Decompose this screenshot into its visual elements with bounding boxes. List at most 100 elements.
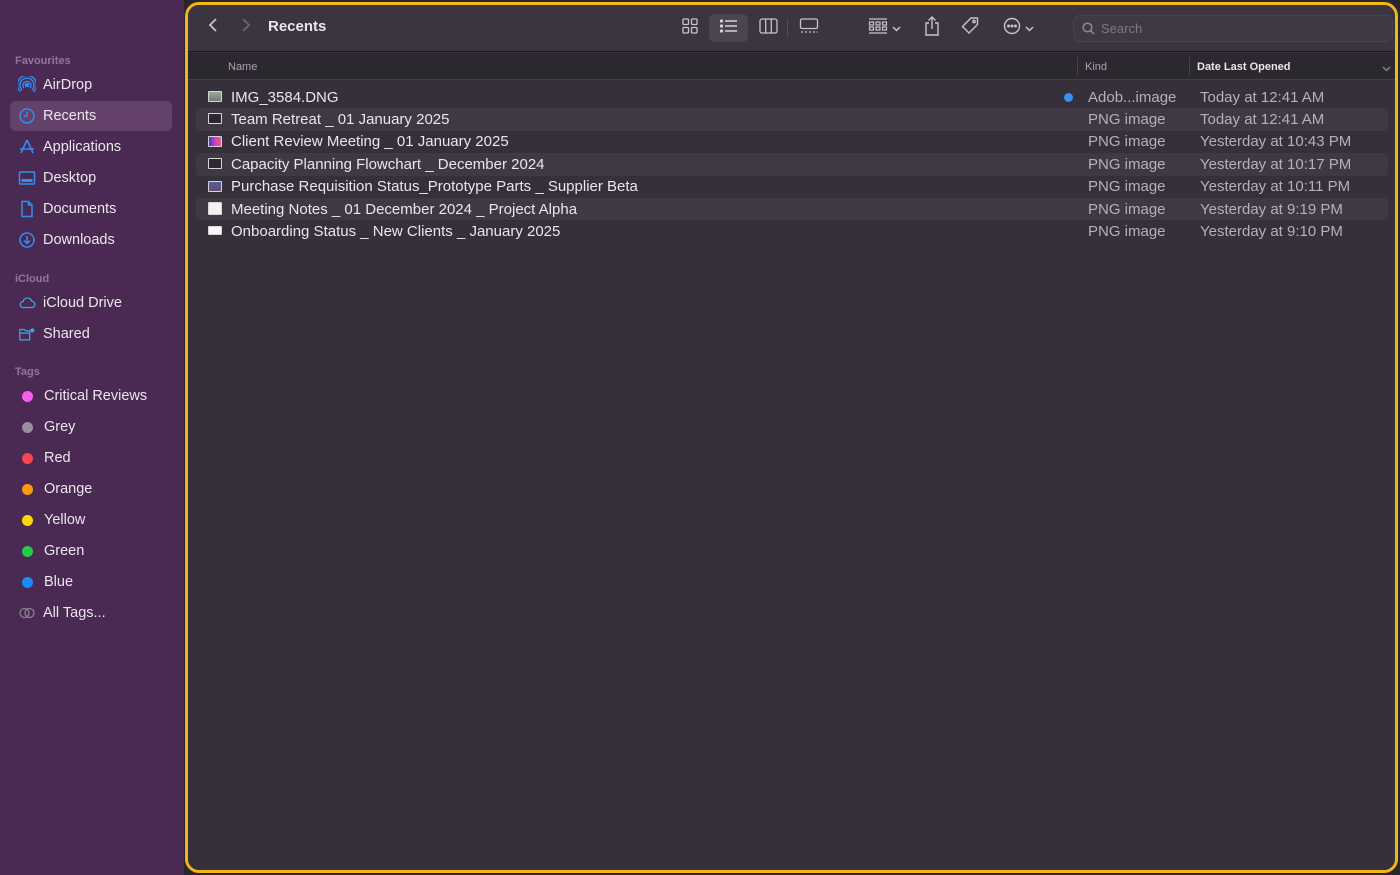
sidebar-item-airdrop[interactable]: AirDrop xyxy=(10,70,172,100)
column-header-date-last-opened[interactable]: Date Last Opened xyxy=(1197,61,1291,73)
sidebar-tag-yellow[interactable]: Yellow xyxy=(10,505,172,535)
file-name: Client Review Meeting _ 01 January 2025 xyxy=(231,133,509,151)
sidebar-item-applications[interactable]: Applications xyxy=(10,132,172,162)
list-view-button[interactable] xyxy=(709,14,748,42)
file-row[interactable]: Onboarding Status _ New Clients _ Januar… xyxy=(196,220,1388,242)
sidebar-tag-green[interactable]: Green xyxy=(10,536,172,566)
chevron-right-icon xyxy=(241,17,251,38)
tag-icon xyxy=(960,16,980,41)
file-kind: PNG image xyxy=(1088,133,1166,151)
file-kind: PNG image xyxy=(1088,155,1166,173)
column-divider[interactable] xyxy=(1189,57,1190,75)
sidebar-item-label: iCloud Drive xyxy=(43,295,122,311)
sidebar-item-desktop[interactable]: Desktop xyxy=(10,163,172,193)
image-thumbnail-icon xyxy=(208,158,222,170)
column-view-button[interactable] xyxy=(751,14,785,42)
sidebar-item-label: Blue xyxy=(44,574,74,590)
tag-color-dot-icon xyxy=(22,390,33,402)
shared-folder-icon xyxy=(18,325,36,343)
finder-window: Recents Search Name Kind Date Last Opene… xyxy=(185,2,1398,873)
file-row[interactable]: Purchase Requisition Status_Prototype Pa… xyxy=(196,176,1388,198)
file-kind: Adob...image xyxy=(1088,88,1177,106)
sidebar-item-label: Shared xyxy=(43,326,90,342)
image-thumbnail-icon xyxy=(208,113,222,125)
file-date: Today at 12:41 AM xyxy=(1200,111,1325,129)
icon-view-button[interactable] xyxy=(673,14,707,42)
sidebar-item-recents[interactable]: Recents xyxy=(10,101,172,131)
file-name: IMG_3584.DNG xyxy=(231,88,339,106)
tag-button[interactable] xyxy=(955,14,985,42)
sidebar-tag-orange[interactable]: Orange xyxy=(10,474,172,504)
sidebar-tag-critical-reviews[interactable]: Critical Reviews xyxy=(10,381,172,411)
sidebar-item-label: Grey xyxy=(44,419,76,435)
file-row[interactable]: Capacity Planning Flowchart _ December 2… xyxy=(196,153,1388,176)
file-name: Meeting Notes _ 01 December 2024 _ Proje… xyxy=(231,200,578,218)
file-date: Today at 12:41 AM xyxy=(1200,88,1325,106)
file-name: Team Retreat _ 01 January 2025 xyxy=(231,111,450,129)
file-name: Onboarding Status _ New Clients _ Januar… xyxy=(231,223,561,241)
sidebar-item-shared[interactable]: Shared xyxy=(10,319,172,349)
file-kind: PNG image xyxy=(1088,223,1166,241)
forward-button[interactable] xyxy=(235,15,257,39)
sidebar-tag-all-tags[interactable]: All Tags... xyxy=(10,598,172,628)
document-icon xyxy=(18,200,36,218)
sidebar-section-icloud: iCloud xyxy=(15,273,50,285)
sidebar-tag-red[interactable]: Red xyxy=(10,443,172,473)
image-thumbnail-icon xyxy=(208,91,222,102)
chevron-down-icon xyxy=(1024,19,1034,37)
column-header-kind[interactable]: Kind xyxy=(1085,61,1107,73)
file-row[interactable]: IMG_3584.DNG Adob...image Today at 12:41… xyxy=(196,86,1388,108)
chevron-down-icon xyxy=(891,19,901,37)
all-tags-icon xyxy=(18,604,36,622)
sidebar-section-favourites: Favourites xyxy=(15,55,71,67)
more-actions-button[interactable] xyxy=(998,14,1038,42)
sidebar-item-label: Recents xyxy=(43,108,97,124)
tag-color-dot-icon xyxy=(22,514,33,526)
file-name: Purchase Requisition Status_Prototype Pa… xyxy=(231,178,638,196)
file-date: Yesterday at 10:43 PM xyxy=(1200,133,1352,151)
list-icon xyxy=(719,18,738,38)
back-button[interactable] xyxy=(202,15,224,39)
ellipsis-circle-icon xyxy=(1003,17,1021,40)
airdrop-icon xyxy=(18,76,36,94)
sidebar-item-downloads[interactable]: Downloads xyxy=(10,225,172,255)
sidebar-item-label: Yellow xyxy=(44,512,86,528)
sidebar-item-documents[interactable]: Documents xyxy=(10,194,172,224)
blue-tag-dot-icon xyxy=(1064,93,1073,102)
file-row[interactable]: Meeting Notes _ 01 December 2024 _ Proje… xyxy=(196,198,1388,221)
desktop-icon xyxy=(18,169,36,187)
sidebar-item-label: Critical Reviews xyxy=(44,388,148,404)
search-input[interactable] xyxy=(1101,21,1381,36)
group-by-button[interactable] xyxy=(862,14,906,42)
tag-color-dot-icon xyxy=(22,545,33,557)
sort-chevron-down-icon[interactable] xyxy=(1382,63,1391,75)
file-list: IMG_3584.DNG Adob...image Today at 12:41… xyxy=(188,81,1395,870)
clock-icon xyxy=(18,107,36,125)
grid-icon xyxy=(682,17,698,39)
file-row[interactable]: Team Retreat _ 01 January 2025 PNG image… xyxy=(196,108,1388,131)
file-name: Capacity Planning Flowchart _ December 2… xyxy=(231,155,545,173)
sidebar-tag-blue[interactable]: Blue xyxy=(10,567,172,597)
download-icon xyxy=(18,231,36,249)
chevron-left-icon xyxy=(208,17,218,38)
share-button[interactable] xyxy=(917,14,947,42)
sidebar-item-label: Downloads xyxy=(43,232,115,248)
toolbar: Recents xyxy=(188,5,1395,52)
sidebar-tag-grey[interactable]: Grey xyxy=(10,412,172,442)
tag-color-dot-icon xyxy=(22,483,33,495)
group-icon xyxy=(868,17,888,39)
sidebar: Favourites AirDrop Recents Applications … xyxy=(0,0,184,875)
image-thumbnail-icon xyxy=(208,180,222,192)
search-field[interactable] xyxy=(1073,15,1393,42)
tag-color-dot-icon xyxy=(22,576,33,588)
file-kind: PNG image xyxy=(1088,111,1166,129)
file-row[interactable]: Client Review Meeting _ 01 January 2025 … xyxy=(196,131,1388,153)
sidebar-item-icloud-drive[interactable]: iCloud Drive xyxy=(10,288,172,318)
sidebar-item-label: Green xyxy=(44,543,85,559)
gallery-view-button[interactable] xyxy=(791,14,827,42)
column-header-name[interactable]: Name xyxy=(228,61,257,73)
column-divider[interactable] xyxy=(1077,57,1078,75)
tag-color-dot-icon xyxy=(22,421,33,433)
file-date: Yesterday at 9:10 PM xyxy=(1200,223,1343,241)
file-date: Yesterday at 10:17 PM xyxy=(1200,155,1352,173)
